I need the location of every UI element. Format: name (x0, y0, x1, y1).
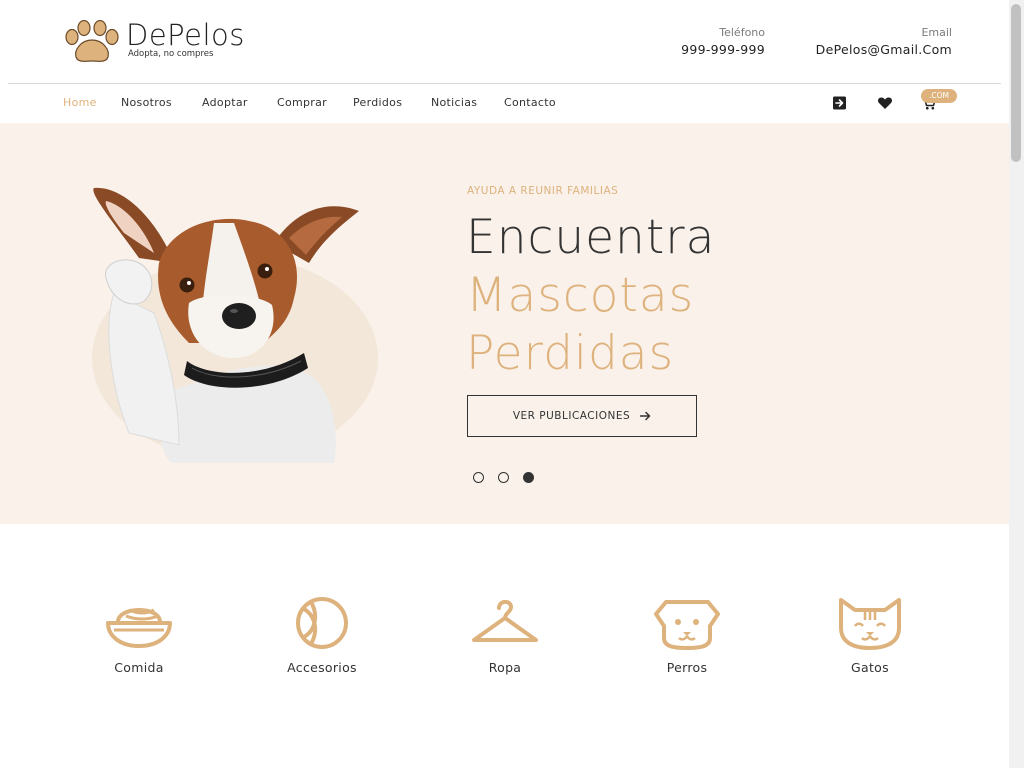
ball-icon (296, 597, 348, 649)
categories-section: Comida Accesorios Ropa Perros Gatos (0, 524, 1009, 768)
email-value[interactable]: DePelos@Gmail.Com (816, 42, 952, 57)
nav-item-comprar[interactable]: Comprar (277, 96, 327, 109)
nav-item-perdidos[interactable]: Perdidos (353, 96, 402, 109)
hero-title-line-3: Perdidas (466, 326, 675, 381)
category-accesorios[interactable]: Accesorios (252, 596, 392, 686)
phone-contact: Teléfono 999-999-999 (681, 26, 765, 57)
dog-face-icon (654, 600, 720, 650)
category-gatos[interactable]: Gatos (800, 596, 940, 686)
hero-title-line-2: Mascotas (466, 268, 695, 323)
brand-tagline: Adopta, no compres (128, 49, 214, 59)
cart-badge: .COM (921, 89, 957, 103)
slider-dot-1[interactable] (473, 472, 484, 483)
brand-name: DePelos (126, 18, 245, 52)
category-label: Accesorios (287, 660, 357, 675)
category-label: Gatos (851, 660, 889, 675)
scrollbar-thumb[interactable] (1011, 4, 1021, 162)
dog-image (93, 187, 359, 463)
site-header: DePelos Adopta, no compres Teléfono 999-… (0, 0, 1009, 84)
nav-item-contacto[interactable]: Contacto (504, 96, 556, 109)
email-contact: Email DePelos@Gmail.Com (816, 26, 952, 57)
slider-dot-3[interactable] (523, 472, 534, 483)
email-label: Email (921, 26, 952, 39)
page-scrollbar[interactable] (1009, 0, 1024, 768)
heart-icon[interactable] (877, 95, 893, 111)
phone-value[interactable]: 999-999-999 (681, 42, 765, 57)
paw-icon (65, 20, 119, 62)
login-icon[interactable] (832, 95, 848, 111)
hero-slider: AYUDA A REUNIR FAMILIAS Encuentra Mascot… (0, 123, 1009, 524)
category-ropa[interactable]: Ropa (435, 596, 575, 686)
hero-title-line-1: Encuentra (466, 210, 716, 265)
hero-kicker: AYUDA A REUNIR FAMILIAS (467, 185, 619, 197)
view-posts-button[interactable]: VER PUBLICACIONES (467, 395, 697, 437)
arrow-right-icon (640, 411, 651, 421)
category-label: Perros (666, 660, 708, 675)
category-label: Comida (114, 660, 164, 675)
nav-item-home[interactable]: Home (63, 96, 97, 109)
category-label: Ropa (488, 660, 522, 675)
view-posts-label: VER PUBLICACIONES (512, 410, 631, 422)
nav-item-adoptar[interactable]: Adoptar (202, 96, 248, 109)
hanger-icon (472, 599, 538, 642)
slider-dot-2[interactable] (498, 472, 509, 483)
food-bowl-icon (106, 608, 172, 648)
nav-item-noticias[interactable]: Noticias (431, 96, 477, 109)
category-perros[interactable]: Perros (617, 596, 757, 686)
cat-face-icon (839, 598, 901, 650)
main-nav: Home Nosotros Adoptar Comprar Perdidos N… (0, 84, 1009, 123)
phone-label: Teléfono (719, 26, 765, 39)
nav-item-nosotros[interactable]: Nosotros (121, 96, 172, 109)
category-comida[interactable]: Comida (69, 596, 209, 686)
page: DePelos Adopta, no compres Teléfono 999-… (0, 0, 1009, 768)
logo[interactable]: DePelos Adopta, no compres (64, 18, 274, 68)
